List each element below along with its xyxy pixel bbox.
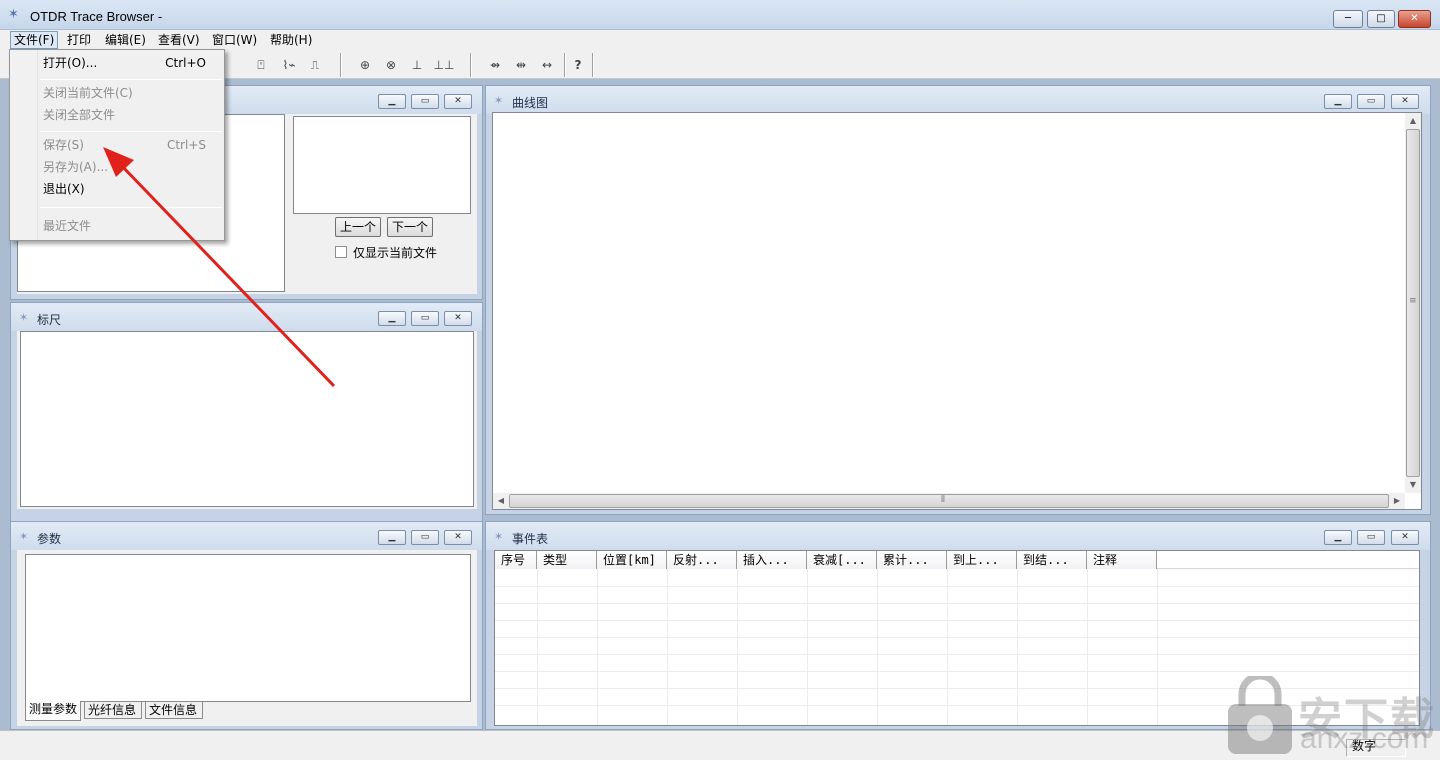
watermark-url: anxz.com [1300, 722, 1429, 755]
arrow-shaft [118, 162, 336, 388]
annotation-arrow [103, 147, 336, 388]
watermark-lock-icon [1228, 676, 1292, 754]
